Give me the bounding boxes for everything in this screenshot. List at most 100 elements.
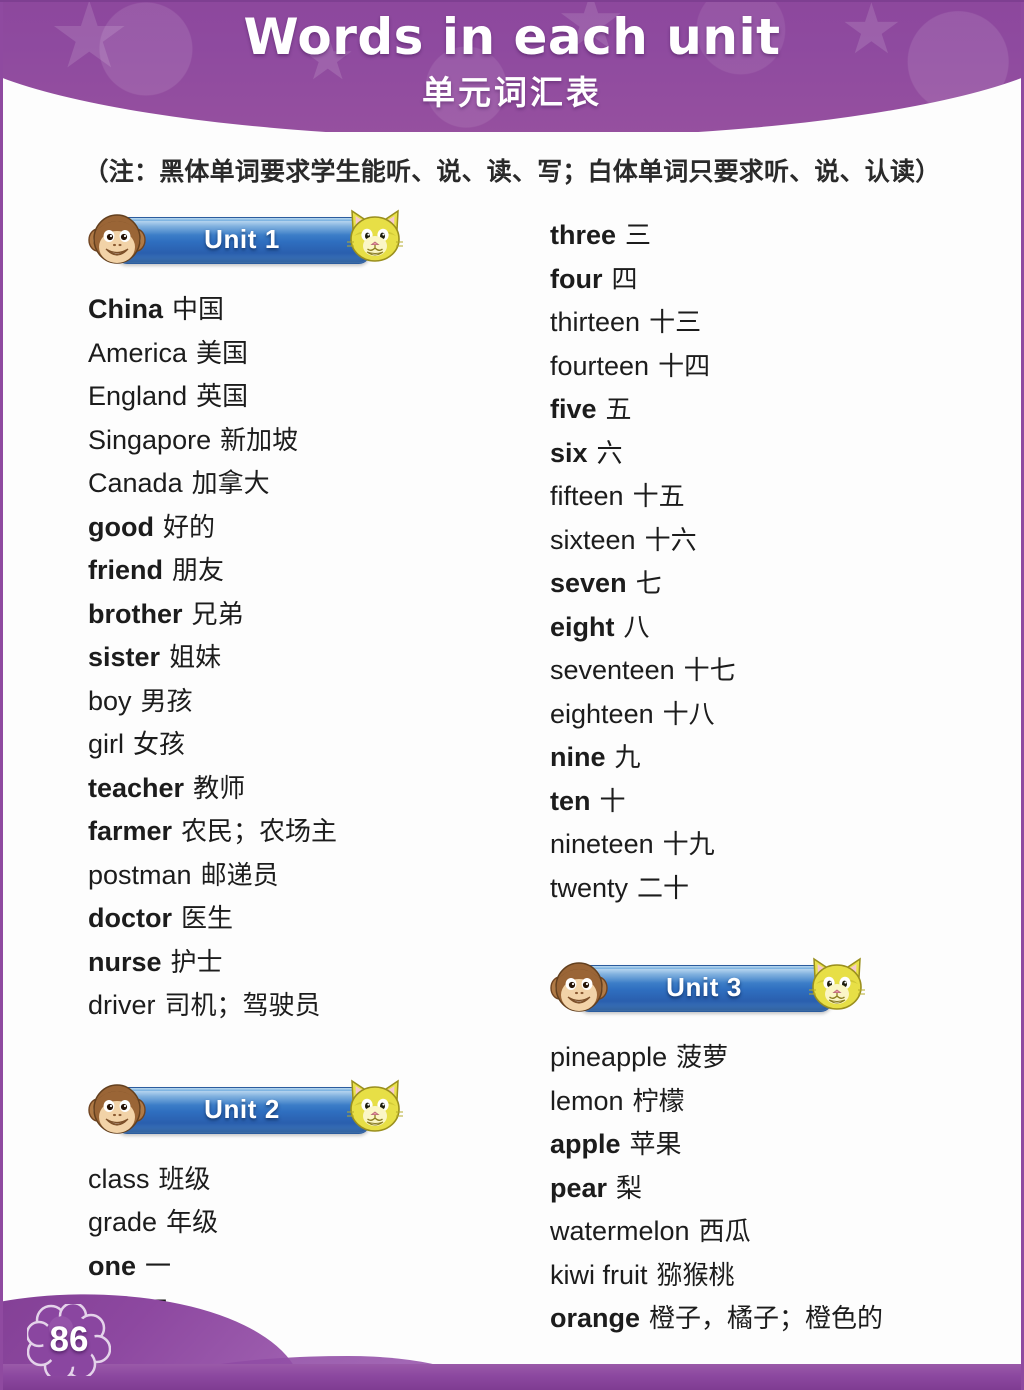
word-entry: five 五 [550,388,988,432]
word-chinese: 九 [614,743,641,773]
word-entry: apple 苹果 [550,1123,988,1167]
word-entry: driver 司机；驾驶员 [88,984,516,1028]
word-chinese: 男孩 [140,686,193,717]
word-chinese: 十六 [644,525,697,556]
word-chinese: 中国 [172,295,225,325]
word-english: three [550,220,617,250]
word-list: three 三 four 四 thirteen 十三 fourteen 十四 five 五 six 六… [550,214,988,910]
word-entry: pineapple 菠萝 [550,1036,988,1080]
word-entry: ten 十 [550,780,988,824]
word-english: pineapple [550,1042,668,1072]
word-chinese: 兄弟 [191,599,244,630]
word-chinese: 邮递员 [200,860,279,891]
unit-header-badge[interactable]: Unit 2 [86,1079,403,1138]
word-english: Singapore [88,424,212,455]
monkey-mascot [548,960,610,1016]
page-footer-decoration [0,1282,1024,1390]
word-entry: nurse 护士 [88,941,516,985]
word-english: sixteen [550,524,636,555]
usage-note: （注：黑体单词要求学生能听、说、读、写；白体单词只要求听、说、认读） [83,158,941,186]
unit-header-badge[interactable]: Unit 1 [86,209,403,266]
word-chinese: 苹果 [629,1130,682,1160]
word-english: brother [88,598,183,629]
page-number-text: 86 [49,1320,89,1359]
cat-mascot [346,208,404,266]
word-entry: three 三 [550,214,988,258]
word-chinese: 农民；农场主 [181,817,338,847]
word-chinese: 一 [145,1251,172,1282]
word-english: lemon [550,1085,624,1116]
word-entry: farmer 农民；农场主 [88,810,516,854]
unit-header-badge[interactable]: Unit 3 [548,957,865,1016]
word-entry: Canada 加拿大 [88,462,516,506]
word-english: four [550,263,603,294]
word-english: girl [88,729,125,759]
word-entry: America 美国 [88,332,516,376]
word-english: pear [550,1172,608,1203]
word-entry: eighteen 十八 [550,693,988,737]
word-chinese: 八 [623,612,650,643]
word-chinese: 十四 [658,351,711,382]
word-chinese: 年级 [166,1208,219,1238]
word-english: grade [88,1207,158,1237]
monkey-mascot-icon [88,214,146,264]
word-entry: postman 邮递员 [88,854,516,898]
word-chinese: 加拿大 [191,469,270,499]
word-chinese: 二十 [637,873,690,904]
footer-strip [0,1364,1024,1390]
word-entry: four 四 [550,258,988,302]
word-entry: England 英国 [88,375,516,419]
word-list: China 中国 America 美国 England 英国 Singapore 新加坡 Can… [88,288,516,1028]
page-number-badge: 86 [25,1301,112,1382]
word-chinese: 美国 [196,338,249,369]
monkey-mascot-icon [550,962,608,1012]
word-english: ten [550,785,591,816]
monkey-mascot-icon [88,1083,146,1134]
word-english: five [550,394,597,424]
unit-badge-label: Unit 3 [666,972,742,1002]
word-chinese: 三 [625,221,652,251]
word-entry: twenty 二十 [550,867,988,911]
word-chinese: 十八 [662,699,715,730]
word-english: nineteen [550,829,654,859]
word-english: eighteen [550,698,654,729]
word-english: seven [550,568,627,598]
word-entry: China 中国 [88,288,516,332]
cat-mascot-icon [809,957,865,1010]
word-english: China [88,294,164,324]
word-chinese: 梨 [616,1173,643,1204]
monkey-mascot [86,1082,148,1138]
word-chinese: 十七 [683,656,736,686]
word-english: Canada [88,468,183,498]
word-english: apple [550,1129,621,1159]
word-entry: doctor 医生 [88,897,516,941]
word-english: postman [88,859,192,890]
word-chinese: 英国 [196,382,249,412]
word-entry: teacher 教师 [88,767,516,811]
word-english: thirteen [550,307,641,337]
word-chinese: 七 [635,569,662,599]
word-chinese: 班级 [158,1164,211,1195]
word-chinese: 四 [611,264,638,295]
word-english: fourteen [550,350,650,381]
cat-mascot-icon [347,1079,403,1132]
word-entry: boy 男孩 [88,680,516,724]
word-english: twenty [550,872,629,903]
word-entry: Singapore 新加坡 [88,419,516,463]
word-english: boy [88,685,132,716]
word-entry: brother 兄弟 [88,593,516,637]
page-edge-left [0,0,3,1390]
left-column: Unit 1 China 中国 America 美国 England 英国 Si… [86,209,516,1332]
word-chinese: 六 [596,438,623,469]
word-english: good [88,511,154,542]
word-chinese: 护士 [170,947,223,978]
word-entry: watermelon 西瓜 [550,1210,988,1254]
word-english: fifteen [550,481,624,511]
right-column: three 三 four 四 thirteen 十三 fourteen 十四 five 五 six 六… [548,214,988,1341]
word-entry: nineteen 十九 [550,823,988,867]
word-english: driver [88,990,156,1020]
word-chinese: 朋友 [172,556,225,586]
word-entry: class 班级 [88,1158,516,1202]
word-english: seventeen [550,655,675,685]
